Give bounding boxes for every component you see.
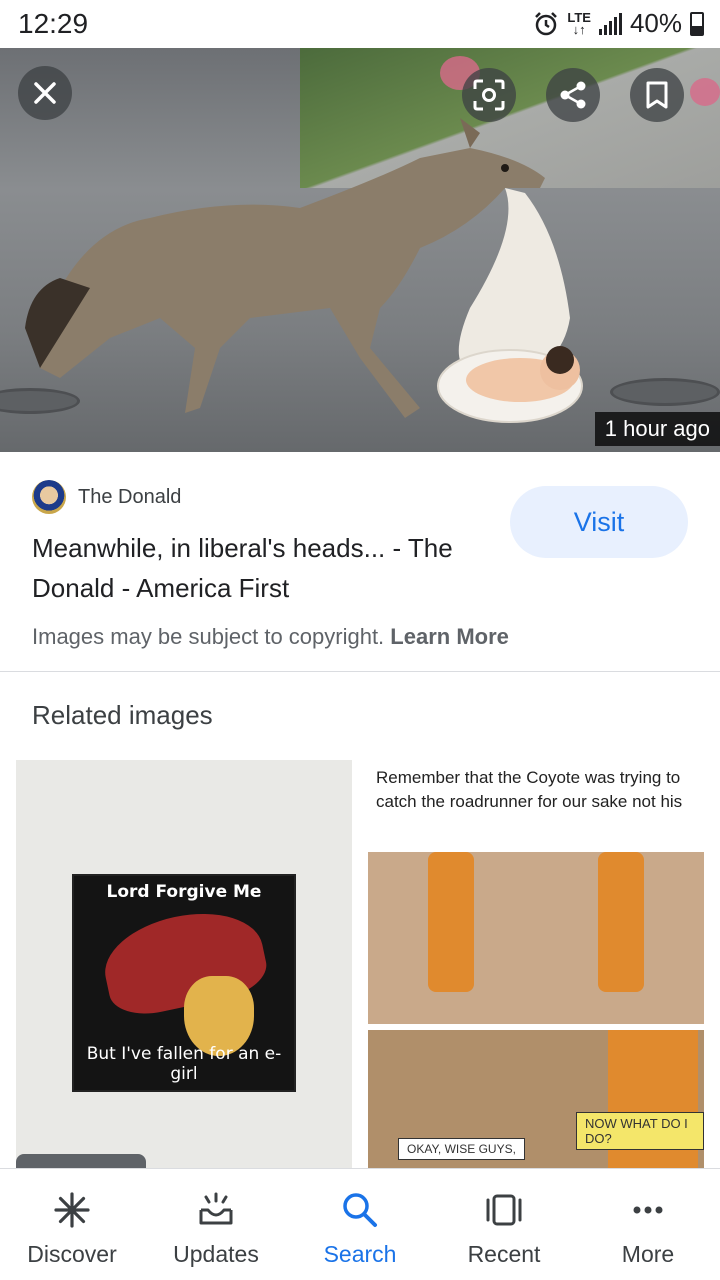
visit-button[interactable]: Visit: [510, 486, 688, 558]
meme-top-text: Lord Forgive Me: [106, 882, 262, 902]
divider: [0, 671, 720, 672]
nav-label: Updates: [173, 1241, 259, 1267]
nav-label: Discover: [27, 1241, 117, 1267]
image-timestamp: 1 hour ago: [594, 412, 720, 446]
nav-updates[interactable]: Updates: [144, 1169, 288, 1280]
share-button[interactable]: [546, 68, 600, 122]
hero-image[interactable]: 1 hour ago: [0, 48, 720, 452]
bird-leg: [598, 852, 644, 992]
related-images-heading: Related images: [32, 700, 213, 730]
related-image-1[interactable]: Lord Forgive Me But I've fallen for an e…: [16, 760, 352, 1168]
bottom-navigation: Discover Updates Search Recent More: [0, 1168, 720, 1280]
recent-icon: [481, 1187, 527, 1233]
status-icons: LTE ↓↑ 40%: [533, 8, 704, 39]
copyright-notice: Images may be subject to copyright. Lear…: [32, 624, 509, 650]
speech-bubble: NOW WHAT DO I DO?: [576, 1112, 704, 1150]
source-info[interactable]: The Donald: [32, 480, 181, 514]
status-bar: 12:29 LTE ↓↑ 40%: [0, 0, 720, 48]
updates-icon: [193, 1187, 239, 1233]
meme-caption: Remember that the Coyote was trying to c…: [376, 768, 683, 811]
close-icon: [34, 82, 56, 104]
coyote-illustration: [25, 118, 583, 423]
page-title[interactable]: Meanwhile, in liberal's heads... - The D…: [32, 528, 472, 608]
signal-icon: [598, 12, 622, 35]
status-time: 12:29: [18, 8, 89, 39]
search-icon: [337, 1187, 383, 1233]
thumbnail-badge: [16, 1154, 146, 1168]
source-name: The Donald: [78, 485, 182, 508]
asterisk-icon: [49, 1187, 95, 1233]
nav-more[interactable]: More: [576, 1169, 720, 1280]
nav-label: Search: [323, 1241, 397, 1267]
alarm-icon: [535, 11, 558, 35]
lens-button[interactable]: [462, 68, 516, 122]
source-avatar: [32, 480, 66, 514]
lens-icon: [473, 79, 505, 111]
speech-bubble: OKAY, WISE GUYS,: [398, 1138, 525, 1160]
more-icon: [625, 1187, 671, 1233]
nav-recent[interactable]: Recent: [432, 1169, 576, 1280]
related-image-2[interactable]: Remember that the Coyote was trying to c…: [368, 760, 704, 1168]
meme-bottom-text: But I've fallen for an e-girl: [86, 1044, 282, 1084]
nav-discover[interactable]: Discover: [0, 1169, 144, 1280]
learn-more-link[interactable]: Learn More: [390, 624, 509, 649]
bird-leg: [428, 852, 474, 992]
comic-panel-1: [368, 852, 704, 1024]
network-type: LTE ↓↑: [567, 9, 591, 37]
copyright-text: Images may be subject to copyright.: [32, 624, 385, 649]
nav-label: More: [621, 1241, 675, 1267]
close-button[interactable]: [18, 66, 72, 120]
nav-search[interactable]: Search: [288, 1169, 432, 1280]
battery-icon: [690, 11, 704, 36]
bookmark-icon: [646, 81, 668, 109]
nav-label: Recent: [467, 1241, 541, 1267]
share-icon: [560, 81, 586, 109]
meme-image: Lord Forgive Me But I've fallen for an e…: [72, 874, 296, 1092]
bookmark-button[interactable]: [630, 68, 684, 122]
battery-percent: 40%: [629, 8, 682, 38]
comic-panel-2: NOW WHAT DO I DO? OKAY, WISE GUYS,: [368, 1030, 704, 1168]
